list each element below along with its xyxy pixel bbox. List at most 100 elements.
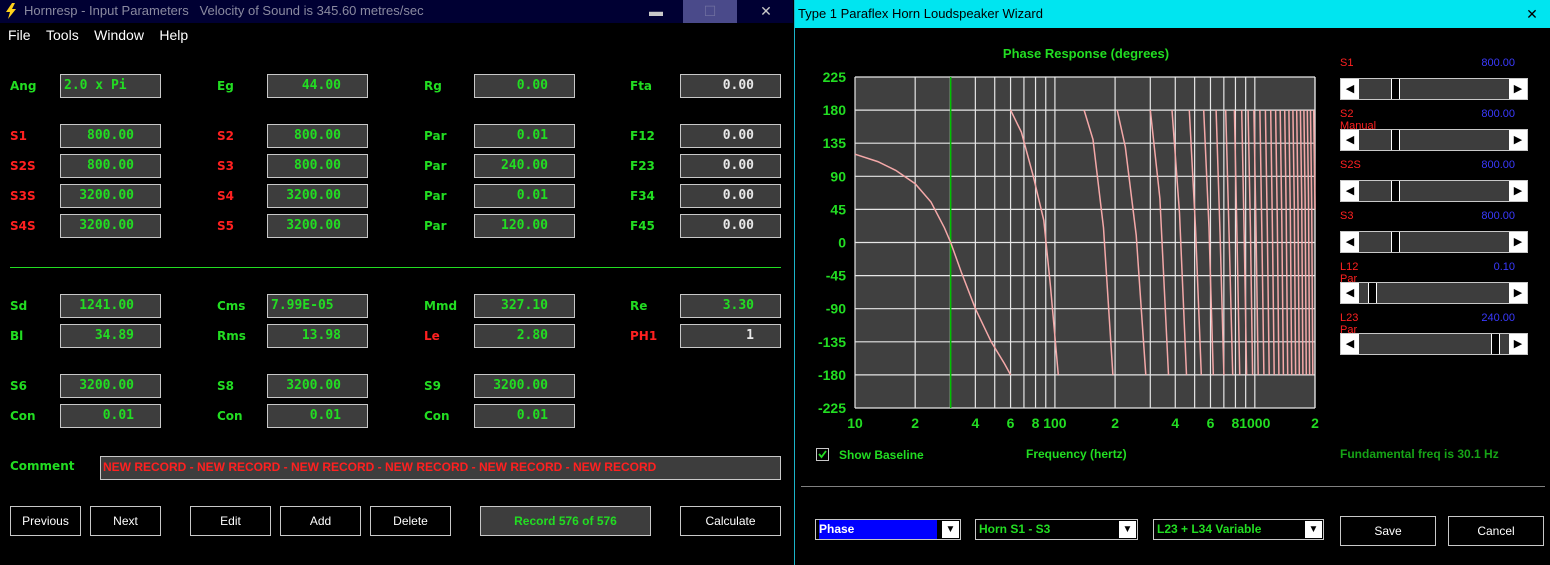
slider-thumb[interactable] (1391, 79, 1401, 99)
param-input[interactable]: 3200.00 (474, 374, 575, 398)
y-tick-label: 0 (838, 235, 846, 251)
arrow-right-icon[interactable]: ▶ (1509, 232, 1527, 252)
wizard-close-button[interactable]: ✕ (1513, 0, 1550, 28)
plot-type-dropdown[interactable]: Phase ▼ (815, 519, 961, 540)
param-label: Con (217, 409, 243, 423)
slider-thumb[interactable] (1391, 181, 1401, 201)
param-input[interactable]: 0.00 (680, 74, 781, 98)
param-input[interactable]: 0.00 (680, 184, 781, 208)
horn-segment-dropdown[interactable]: Horn S1 - S3 ▼ (975, 519, 1138, 540)
section-divider (10, 267, 781, 268)
maximize-button[interactable]: ☐ (683, 0, 737, 23)
param-input[interactable]: 0.00 (680, 154, 781, 178)
param-input[interactable]: 3200.00 (267, 374, 368, 398)
wizard-window: Type 1 Paraflex Horn Loudspeaker Wizard … (794, 0, 1550, 565)
param-input[interactable]: 3200.00 (267, 214, 368, 238)
add-button[interactable]: Add (280, 506, 361, 536)
slider-track[interactable]: ◀ ▶ (1340, 78, 1528, 100)
bottom-divider (801, 486, 1545, 487)
slider-track[interactable]: ◀ ▶ (1340, 333, 1528, 355)
param-input[interactable]: 3200.00 (267, 184, 368, 208)
param-label: Par (424, 219, 447, 233)
arrow-right-icon[interactable]: ▶ (1509, 283, 1527, 303)
arrow-left-icon[interactable]: ◀ (1341, 334, 1359, 354)
param-input[interactable]: 44.00 (267, 74, 368, 98)
param-input[interactable]: 0.01 (474, 404, 575, 428)
comment-field[interactable]: NEW RECORD - NEW RECORD - NEW RECORD - N… (100, 456, 781, 480)
arrow-right-icon[interactable]: ▶ (1509, 334, 1527, 354)
param-input[interactable]: 0.01 (267, 404, 368, 428)
param-input[interactable]: 120.00 (474, 214, 575, 238)
arrow-left-icon[interactable]: ◀ (1341, 283, 1359, 303)
save-button[interactable]: Save (1340, 516, 1436, 546)
param-input[interactable]: 34.89 (60, 324, 161, 348)
cancel-button[interactable]: Cancel (1448, 516, 1544, 546)
minimize-button[interactable]: ▬ (629, 0, 683, 23)
param-input[interactable]: 3200.00 (60, 374, 161, 398)
param-input[interactable]: 0.01 (474, 124, 575, 148)
close-button[interactable]: ✕ (739, 0, 793, 23)
arrow-left-icon[interactable]: ◀ (1341, 130, 1359, 150)
param-input[interactable]: 0.01 (60, 404, 161, 428)
calculate-button[interactable]: Calculate (680, 506, 781, 536)
param-input[interactable]: 800.00 (60, 124, 161, 148)
chevron-down-icon: ▼ (1305, 521, 1322, 538)
param-input[interactable]: 3200.00 (60, 214, 161, 238)
show-baseline-label[interactable]: Show Baseline (839, 448, 924, 462)
param-label: S4 (217, 189, 234, 203)
arrow-left-icon[interactable]: ◀ (1341, 181, 1359, 201)
variable-dropdown[interactable]: L23 + L34 Variable ▼ (1153, 519, 1324, 540)
slider-thumb[interactable] (1391, 130, 1401, 150)
param-input[interactable]: 1 (680, 324, 781, 348)
param-input[interactable]: 7.99E-05 (267, 294, 368, 318)
y-tick-label: 135 (823, 135, 847, 151)
slider-thumb[interactable] (1491, 334, 1501, 354)
slider-value: 240.00 (1481, 312, 1515, 324)
arrow-right-icon[interactable]: ▶ (1509, 181, 1527, 201)
param-input[interactable]: 0.01 (474, 184, 575, 208)
show-baseline-checkbox[interactable] (816, 448, 829, 461)
param-input[interactable]: 13.98 (267, 324, 368, 348)
arrow-left-icon[interactable]: ◀ (1341, 79, 1359, 99)
menu-file[interactable]: File (8, 27, 31, 43)
param-input[interactable]: 327.10 (474, 294, 575, 318)
record-status: Record 576 of 576 (480, 506, 651, 536)
slider-track[interactable]: ◀ ▶ (1340, 231, 1528, 253)
param-input[interactable]: 240.00 (474, 154, 575, 178)
previous-button[interactable]: Previous (10, 506, 81, 536)
slider-thumb[interactable] (1367, 283, 1377, 303)
slider-value: 800.00 (1481, 57, 1515, 69)
param-input[interactable]: 0.00 (680, 214, 781, 238)
param-input[interactable]: 800.00 (267, 124, 368, 148)
slider-track[interactable]: ◀ ▶ (1340, 129, 1528, 151)
param-input[interactable]: 2.0 x Pi (60, 74, 161, 98)
param-label: S6 (10, 379, 27, 393)
param-input[interactable]: 2.80 (474, 324, 575, 348)
x-tick-label: 100 (1043, 415, 1067, 428)
slider-track[interactable]: ◀ ▶ (1340, 180, 1528, 202)
menu-tools[interactable]: Tools (46, 27, 79, 43)
menu-help[interactable]: Help (159, 27, 188, 43)
param-input[interactable]: 800.00 (267, 154, 368, 178)
arrow-right-icon[interactable]: ▶ (1509, 130, 1527, 150)
param-input[interactable]: 3200.00 (60, 184, 161, 208)
param-input[interactable]: 800.00 (60, 154, 161, 178)
x-tick-label: 2 (1311, 415, 1319, 428)
next-button[interactable]: Next (90, 506, 161, 536)
param-input[interactable]: 0.00 (680, 124, 781, 148)
checkmark-icon (818, 450, 827, 459)
slider-thumb[interactable] (1391, 232, 1401, 252)
arrow-left-icon[interactable]: ◀ (1341, 232, 1359, 252)
menu-window[interactable]: Window (94, 27, 144, 43)
param-input[interactable]: 0.00 (474, 74, 575, 98)
slider-track[interactable]: ◀ ▶ (1340, 282, 1528, 304)
param-input[interactable]: 1241.00 (60, 294, 161, 318)
delete-button[interactable]: Delete (370, 506, 451, 536)
variable-value: L23 + L34 Variable (1157, 522, 1262, 536)
param-label: S9 (424, 379, 441, 393)
param-input[interactable]: 3.30 (680, 294, 781, 318)
edit-button[interactable]: Edit (190, 506, 271, 536)
x-tick-label: 1000 (1239, 415, 1270, 428)
arrow-right-icon[interactable]: ▶ (1509, 79, 1527, 99)
left-title-bar: Hornresp - Input Parameters Velocity of … (0, 0, 793, 23)
